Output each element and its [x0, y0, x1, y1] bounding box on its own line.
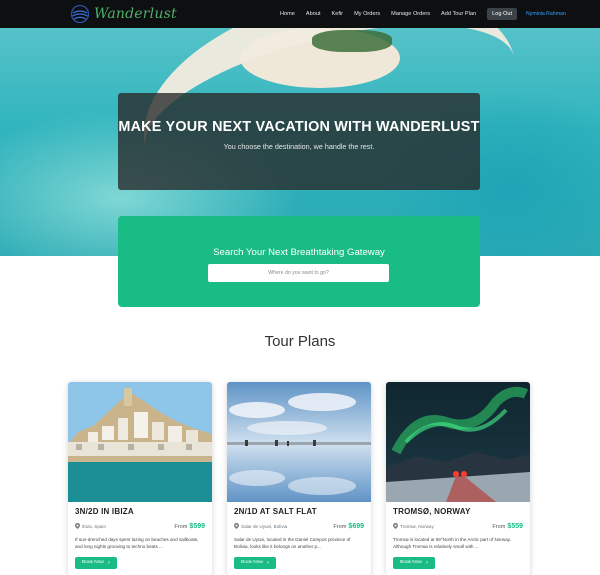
book-now-label: Book Now [82, 560, 104, 565]
tour-image-salt-flat [227, 382, 371, 502]
tour-price: From $699 [333, 523, 364, 530]
tour-location-text: Ibiza, Spain [82, 523, 107, 529]
tour-card-salt-flat: 2N/1D AT SALT FLAT Salar de Uyuni, Boliv… [227, 382, 371, 575]
map-pin-icon [75, 523, 80, 529]
price-prefix: From [492, 523, 506, 530]
nav-link-my-orders[interactable]: My Orders [354, 11, 380, 17]
hero-subtitle: You choose the destination, we handle th… [223, 142, 375, 151]
user-name: Nyminia Rahman [526, 11, 566, 17]
tour-description: Tromsø is located at 69°North in the Arc… [393, 537, 511, 549]
tour-image-tromso [386, 382, 530, 502]
nav-link-add-tour-plan[interactable]: Add Tour Plan [441, 11, 476, 17]
book-now-button[interactable]: Book Now › [393, 556, 435, 569]
tour-description: Salar de Uyuni, located in the Daniel Ca… [234, 537, 351, 549]
tour-card-tromso: TROMSØ, NORWAY Tromsø, Norway From $559 T… [386, 382, 530, 575]
navbar: Wanderlust Home About Kefir My Orders Ma… [0, 0, 600, 28]
map-pin-icon [393, 523, 398, 529]
tour-price: From $599 [174, 523, 205, 530]
tour-location: Salar de Uyuni, Bolivia [234, 523, 287, 529]
nav-link-about[interactable]: About [306, 11, 321, 17]
section-title: Tour Plans [264, 333, 336, 350]
globe-logo-icon [70, 4, 90, 24]
book-now-label: Book Now [241, 560, 263, 565]
tour-card-body: TROMSØ, NORWAY Tromsø, Norway From $559 T… [393, 504, 523, 569]
tour-card-ibiza: 3N/2D IN IBIZA Ibiza, Spain From $599 If … [68, 382, 212, 575]
book-now-button[interactable]: Book Now › [75, 556, 117, 569]
hero-title: MAKE YOUR NEXT VACATION WITH WANDERLUST [118, 119, 480, 135]
hero-background-trees [312, 30, 392, 52]
tour-title: TROMSØ, NORWAY [393, 507, 471, 516]
nav-link-manage-orders[interactable]: Manage Orders [391, 11, 430, 17]
logout-button[interactable]: Log Out [487, 8, 517, 20]
price-value: $599 [189, 522, 205, 530]
tour-card-body: 2N/1D AT SALT FLAT Salar de Uyuni, Boliv… [234, 504, 364, 569]
brand-name: Wanderlust [94, 6, 177, 22]
search-card: Search Your Next Breathtaking Gateway [118, 216, 480, 307]
nav-link-kefir[interactable]: Kefir [332, 11, 344, 17]
tour-card-body: 3N/2D IN IBIZA Ibiza, Spain From $599 If … [75, 504, 205, 569]
tour-meta: Tromsø, Norway From $559 [393, 521, 523, 531]
chevron-right-icon: › [266, 559, 269, 566]
tour-meta: Salar de Uyuni, Bolivia From $699 [234, 521, 364, 531]
chevron-right-icon: › [425, 559, 428, 566]
tour-location: Ibiza, Spain [75, 523, 106, 529]
tour-image-ibiza [68, 382, 212, 502]
price-value: $559 [507, 522, 523, 530]
price-value: $699 [348, 522, 364, 530]
nav-link-home[interactable]: Home [280, 11, 295, 17]
chevron-right-icon: › [107, 559, 110, 566]
book-now-label: Book Now [400, 560, 422, 565]
tour-title: 2N/1D AT SALT FLAT [234, 507, 317, 516]
map-pin-icon [234, 523, 239, 529]
tour-price: From $559 [492, 523, 523, 530]
tour-location-text: Salar de Uyuni, Bolivia [241, 523, 288, 529]
tour-description: If sun-drenched days spent lazing on bea… [75, 537, 199, 549]
price-prefix: From [333, 523, 347, 530]
brand[interactable]: Wanderlust [70, 3, 177, 25]
nav-links: Home About Kefir My Orders Manage Orders… [280, 6, 566, 22]
search-title: Search Your Next Breathtaking Gateway [213, 247, 385, 258]
tour-meta: Ibiza, Spain From $599 [75, 521, 205, 531]
book-now-button[interactable]: Book Now › [234, 556, 276, 569]
search-input[interactable] [208, 264, 389, 282]
hero-overlay: MAKE YOUR NEXT VACATION WITH WANDERLUST … [118, 93, 480, 190]
tour-title: 3N/2D IN IBIZA [75, 507, 134, 516]
price-prefix: From [174, 523, 188, 530]
tour-location: Tromsø, Norway [393, 523, 434, 529]
tour-location-text: Tromsø, Norway [400, 523, 434, 529]
